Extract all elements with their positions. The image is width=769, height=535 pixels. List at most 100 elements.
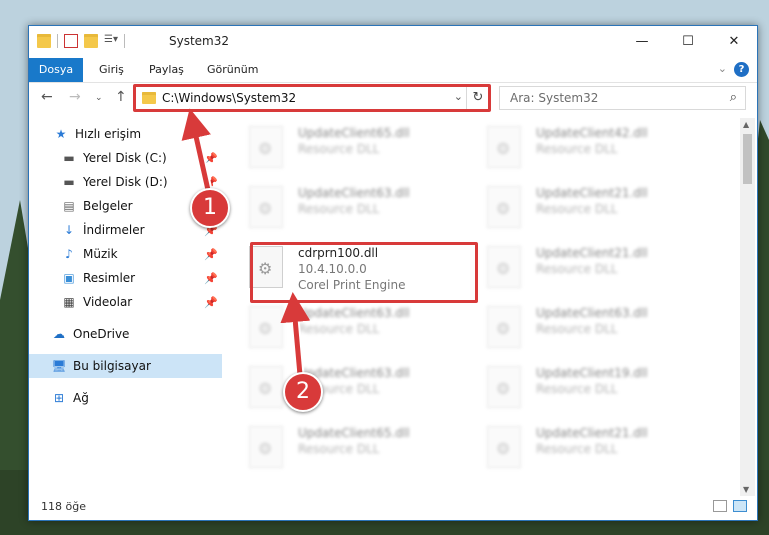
file-highlight-box — [250, 242, 478, 303]
drive-icon: ▬ — [63, 151, 75, 165]
toolbar-separator — [57, 34, 58, 48]
file-description: Resource DLL — [536, 202, 618, 216]
tiles-view-icon[interactable] — [733, 500, 747, 512]
pin-icon[interactable]: 📌 — [204, 296, 218, 309]
pin-icon[interactable]: 📌 — [204, 176, 218, 189]
download-icon: ↓ — [63, 223, 75, 237]
sidebar-item-label: Müzik — [83, 247, 118, 261]
file-tile[interactable]: UpdateClient65.dll Resource DLL — [234, 420, 459, 472]
sidebar-item-label: Videolar — [83, 295, 133, 309]
file-name: UpdateClient65.dll — [298, 426, 410, 440]
scroll-thumb[interactable] — [743, 134, 752, 184]
tab-home[interactable]: Giriş — [99, 58, 124, 82]
star-icon: ★ — [55, 127, 67, 141]
properties-icon[interactable] — [64, 34, 78, 48]
pin-icon[interactable]: 📌 — [204, 272, 218, 285]
file-description: Resource DLL — [536, 442, 618, 456]
sidebar-item-label: Yerel Disk (D:) — [83, 175, 168, 189]
dll-file-icon — [487, 306, 521, 348]
file-tile[interactable]: UpdateClient63.dll Resource DLL — [234, 300, 459, 352]
picture-icon: ▣ — [63, 271, 75, 285]
up-arrow-icon[interactable]: ↑ — [115, 89, 127, 105]
search-input[interactable]: Ara: System32 ⌕ — [499, 86, 746, 110]
file-name: UpdateClient65.dll — [298, 126, 410, 140]
minimize-button[interactable]: — — [619, 26, 665, 56]
sidebar-item-local-disk-c[interactable]: ▬ Yerel Disk (C:) 📌 — [29, 146, 222, 170]
file-tile[interactable]: UpdateClient63.dll Resource DLL — [234, 180, 459, 232]
dll-file-icon — [249, 186, 283, 228]
file-tile[interactable]: UpdateClient63.dll Resource DLL — [472, 300, 697, 352]
tab-file[interactable]: Dosya — [29, 58, 83, 82]
pin-icon[interactable]: 📌 — [204, 152, 218, 165]
sidebar-item-label: Ağ — [73, 391, 89, 405]
forward-arrow-icon[interactable]: → — [69, 89, 81, 105]
dll-file-icon — [487, 366, 521, 408]
file-description: Resource DLL — [536, 262, 618, 276]
sidebar-item-this-pc[interactable]: 🖥 Bu bilgisayar — [29, 354, 222, 378]
customize-icon[interactable]: ☰▾ — [104, 34, 118, 48]
file-tile[interactable]: UpdateClient21.dll Resource DLL — [472, 240, 697, 292]
folder-icon[interactable] — [37, 34, 51, 48]
file-tile[interactable]: UpdateClient42.dll Resource DLL — [472, 120, 697, 172]
recent-locations-icon[interactable]: ⌄ — [95, 93, 103, 103]
pin-icon[interactable]: 📌 — [204, 248, 218, 261]
toolbar-separator-2 — [124, 34, 125, 48]
file-name: UpdateClient63.dll — [536, 306, 648, 320]
sidebar-item-music[interactable]: ♪ Müzik 📌 — [29, 242, 222, 266]
help-icon[interactable]: ? — [734, 62, 749, 77]
sidebar-item-pictures[interactable]: ▣ Resimler 📌 — [29, 266, 222, 290]
tab-view[interactable]: Görünüm — [207, 58, 258, 82]
quick-access-toolbar: ☰▾ — [37, 34, 125, 48]
window-controls: — ☐ ✕ — [619, 26, 757, 56]
file-description: Resource DLL — [536, 382, 618, 396]
close-button[interactable]: ✕ — [711, 26, 757, 56]
file-list: UpdateClient65.dll Resource DLL UpdateCl… — [234, 118, 739, 490]
file-name: UpdateClient63.dll — [298, 186, 410, 200]
tab-share[interactable]: Paylaş — [149, 58, 184, 82]
item-count: 118 öğe — [41, 500, 86, 513]
dll-file-icon — [249, 126, 283, 168]
drive-icon: ▬ — [63, 175, 75, 189]
navigation-pane: ★ Hızlı erişim ▬ Yerel Disk (C:) 📌 ▬ Yer… — [29, 118, 222, 496]
dll-file-icon — [487, 126, 521, 168]
sidebar-item-label: Yerel Disk (C:) — [83, 151, 167, 165]
file-tile[interactable]: UpdateClient21.dll Resource DLL — [472, 180, 697, 232]
file-name: UpdateClient42.dll — [536, 126, 648, 140]
back-arrow-icon[interactable]: ← — [41, 89, 53, 105]
sidebar-item-label: Hızlı erişim — [75, 127, 142, 141]
new-folder-icon[interactable] — [84, 34, 98, 48]
step-1-badge: 1 — [190, 188, 230, 228]
file-description: Resource DLL — [536, 142, 618, 156]
sidebar-item-videos[interactable]: ▦ Videolar 📌 — [29, 290, 222, 314]
sidebar-item-network[interactable]: ⊞ Ağ — [29, 386, 222, 410]
sidebar-item-label: Bu bilgisayar — [73, 359, 151, 373]
search-placeholder: Ara: System32 — [510, 91, 599, 105]
sidebar-item-quick-access[interactable]: ★ Hızlı erişim — [29, 122, 222, 146]
document-icon: ▤ — [63, 199, 75, 213]
search-icon: ⌕ — [729, 90, 737, 105]
sidebar-item-local-disk-d[interactable]: ▬ Yerel Disk (D:) 📌 — [29, 170, 222, 194]
dll-file-icon — [249, 366, 283, 408]
file-tile[interactable]: UpdateClient63.dll Resource DLL — [234, 360, 459, 412]
status-bar: 118 öğe — [29, 494, 757, 520]
sidebar-item-onedrive[interactable]: ☁ OneDrive — [29, 322, 222, 346]
expand-ribbon-icon[interactable]: ⌄ — [718, 62, 727, 75]
dll-file-icon — [249, 426, 283, 468]
network-icon: ⊞ — [53, 391, 65, 405]
music-icon: ♪ — [65, 247, 73, 261]
vertical-scrollbar[interactable]: ▲ ▼ — [740, 118, 755, 496]
file-tile[interactable]: UpdateClient65.dll Resource DLL — [234, 120, 459, 172]
dll-file-icon — [487, 426, 521, 468]
scroll-down-icon[interactable]: ▼ — [743, 485, 749, 494]
scroll-up-icon[interactable]: ▲ — [743, 120, 749, 129]
file-description: Resource DLL — [298, 142, 380, 156]
dll-file-icon — [487, 246, 521, 288]
file-tile[interactable]: UpdateClient21.dll Resource DLL — [472, 420, 697, 472]
file-name: UpdateClient21.dll — [536, 186, 648, 200]
maximize-button[interactable]: ☐ — [665, 26, 711, 56]
file-name: UpdateClient19.dll — [536, 366, 648, 380]
sidebar-item-downloads[interactable]: ↓ İndirmeler 📌 — [29, 218, 222, 242]
computer-icon: 🖥 — [51, 359, 67, 373]
file-tile[interactable]: UpdateClient19.dll Resource DLL — [472, 360, 697, 412]
details-view-icon[interactable] — [713, 500, 727, 512]
